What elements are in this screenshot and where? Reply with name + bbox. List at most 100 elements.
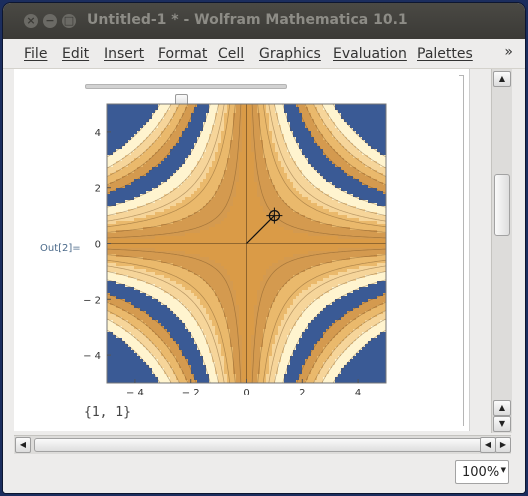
- menu-evaluation[interactable]: Evaluation: [333, 46, 407, 62]
- contour-cell: [311, 191, 315, 195]
- contour-cell: [179, 143, 183, 147]
- contour-cell: [155, 176, 159, 180]
- contour-cell: [179, 233, 183, 237]
- contour-cell: [359, 230, 363, 234]
- contour-cell: [254, 212, 258, 216]
- contour-cell: [299, 119, 303, 123]
- contour-cell: [281, 122, 285, 126]
- contour-cell: [344, 140, 348, 144]
- contour-cell: [113, 131, 117, 135]
- manipulate-slider[interactable]: [85, 84, 287, 110]
- menu-cell[interactable]: Cell: [218, 46, 244, 62]
- minimize-icon[interactable]: −: [43, 14, 57, 28]
- contour-cell: [233, 149, 237, 153]
- contour-cell: [314, 194, 318, 198]
- menu-bar: File Edit Insert Format Cell Graphics Ev…: [3, 40, 525, 69]
- maximize-icon[interactable]: □: [62, 14, 76, 28]
- contour-cell: [284, 104, 288, 108]
- contour-cell: [116, 164, 120, 168]
- contour-cell: [164, 116, 168, 120]
- contour-cell: [305, 257, 309, 261]
- contour-cell: [188, 167, 192, 171]
- menu-file[interactable]: File: [24, 46, 47, 62]
- contour-cell: [269, 137, 273, 141]
- contour-cell: [233, 188, 237, 192]
- contour-cell: [317, 233, 321, 237]
- contour-cell: [308, 173, 312, 177]
- close-icon[interactable]: ×: [24, 14, 38, 28]
- contour-cell: [263, 257, 267, 261]
- contour-cell: [182, 170, 186, 174]
- contour-cell: [191, 245, 195, 249]
- menu-format[interactable]: Format: [158, 46, 207, 62]
- contour-cell: [281, 233, 285, 237]
- contour-cell: [281, 236, 285, 240]
- contour-cell: [233, 212, 237, 216]
- contour-cell: [242, 134, 246, 138]
- contour-cell: [350, 167, 354, 171]
- contour-cell: [221, 197, 225, 201]
- contour-cell: [125, 107, 129, 111]
- contour-cell: [176, 248, 180, 252]
- contour-cell: [299, 239, 303, 243]
- contour-cell: [329, 200, 333, 204]
- notebook-area[interactable]: Out[2]= − 4− 2 0 2 4 4 2 0− 2− 4 {1, 1}: [14, 69, 470, 431]
- contour-cell: [272, 164, 276, 168]
- contour-cell: [239, 167, 243, 171]
- contour-cell: [305, 248, 309, 252]
- contour-cell: [158, 116, 162, 120]
- contour-cell: [239, 236, 243, 240]
- contour-cell: [161, 227, 165, 231]
- contour-cell: [263, 209, 267, 213]
- contour-cell: [377, 119, 381, 123]
- contour-cell: [212, 263, 216, 267]
- contour-cell: [251, 125, 255, 129]
- contour-cell: [335, 179, 339, 183]
- contour-cell: [269, 230, 273, 234]
- contour-cell: [197, 206, 201, 210]
- contour-cell: [347, 155, 351, 159]
- contour-cell: [164, 149, 168, 153]
- contour-cell: [299, 125, 303, 129]
- contour-cell: [173, 206, 177, 210]
- contour-cell: [221, 128, 225, 132]
- contour-cell: [182, 260, 186, 264]
- title-bar[interactable]: × − □ Untitled-1 * - Wolfram Mathematica…: [3, 3, 525, 39]
- contour-cell: [242, 236, 246, 240]
- contour-cell: [278, 233, 282, 237]
- contour-cell: [329, 149, 333, 153]
- contour-cell: [356, 110, 360, 114]
- contour-cell: [242, 116, 246, 120]
- contour-cell: [293, 215, 297, 219]
- contour-cell: [212, 236, 216, 240]
- contour-cell: [266, 146, 270, 150]
- menu-graphics[interactable]: Graphics: [259, 46, 321, 62]
- contour-cell: [215, 257, 219, 261]
- menu-overflow-icon[interactable]: »: [504, 44, 513, 60]
- contour-cell: [365, 131, 369, 135]
- contour-cell: [113, 167, 117, 171]
- contour-plot[interactable]: − 4− 2 0 2 4420− 2− 4: [72, 99, 398, 395]
- contour-cell: [221, 161, 225, 165]
- contour-cell: [188, 239, 192, 243]
- contour-cell: [263, 239, 267, 243]
- menu-palettes[interactable]: Palettes: [417, 46, 473, 62]
- contour-cell: [287, 107, 291, 111]
- contour-cell: [149, 107, 153, 111]
- contour-cell: [374, 209, 378, 213]
- contour-cell: [113, 197, 117, 201]
- contour-cell: [323, 128, 327, 132]
- contour-cell: [347, 245, 351, 249]
- contour-cell: [284, 170, 288, 174]
- contour-cell: [182, 125, 186, 129]
- contour-cell: [278, 134, 282, 138]
- contour-cell: [347, 116, 351, 120]
- contour-cell: [353, 215, 357, 219]
- contour-cell: [134, 125, 138, 129]
- contour-cell: [311, 173, 315, 177]
- contour-cell: [113, 191, 117, 195]
- contour-cell: [305, 185, 309, 189]
- menu-insert[interactable]: Insert: [104, 46, 144, 62]
- contour-cell: [221, 131, 225, 135]
- menu-edit[interactable]: Edit: [62, 46, 89, 62]
